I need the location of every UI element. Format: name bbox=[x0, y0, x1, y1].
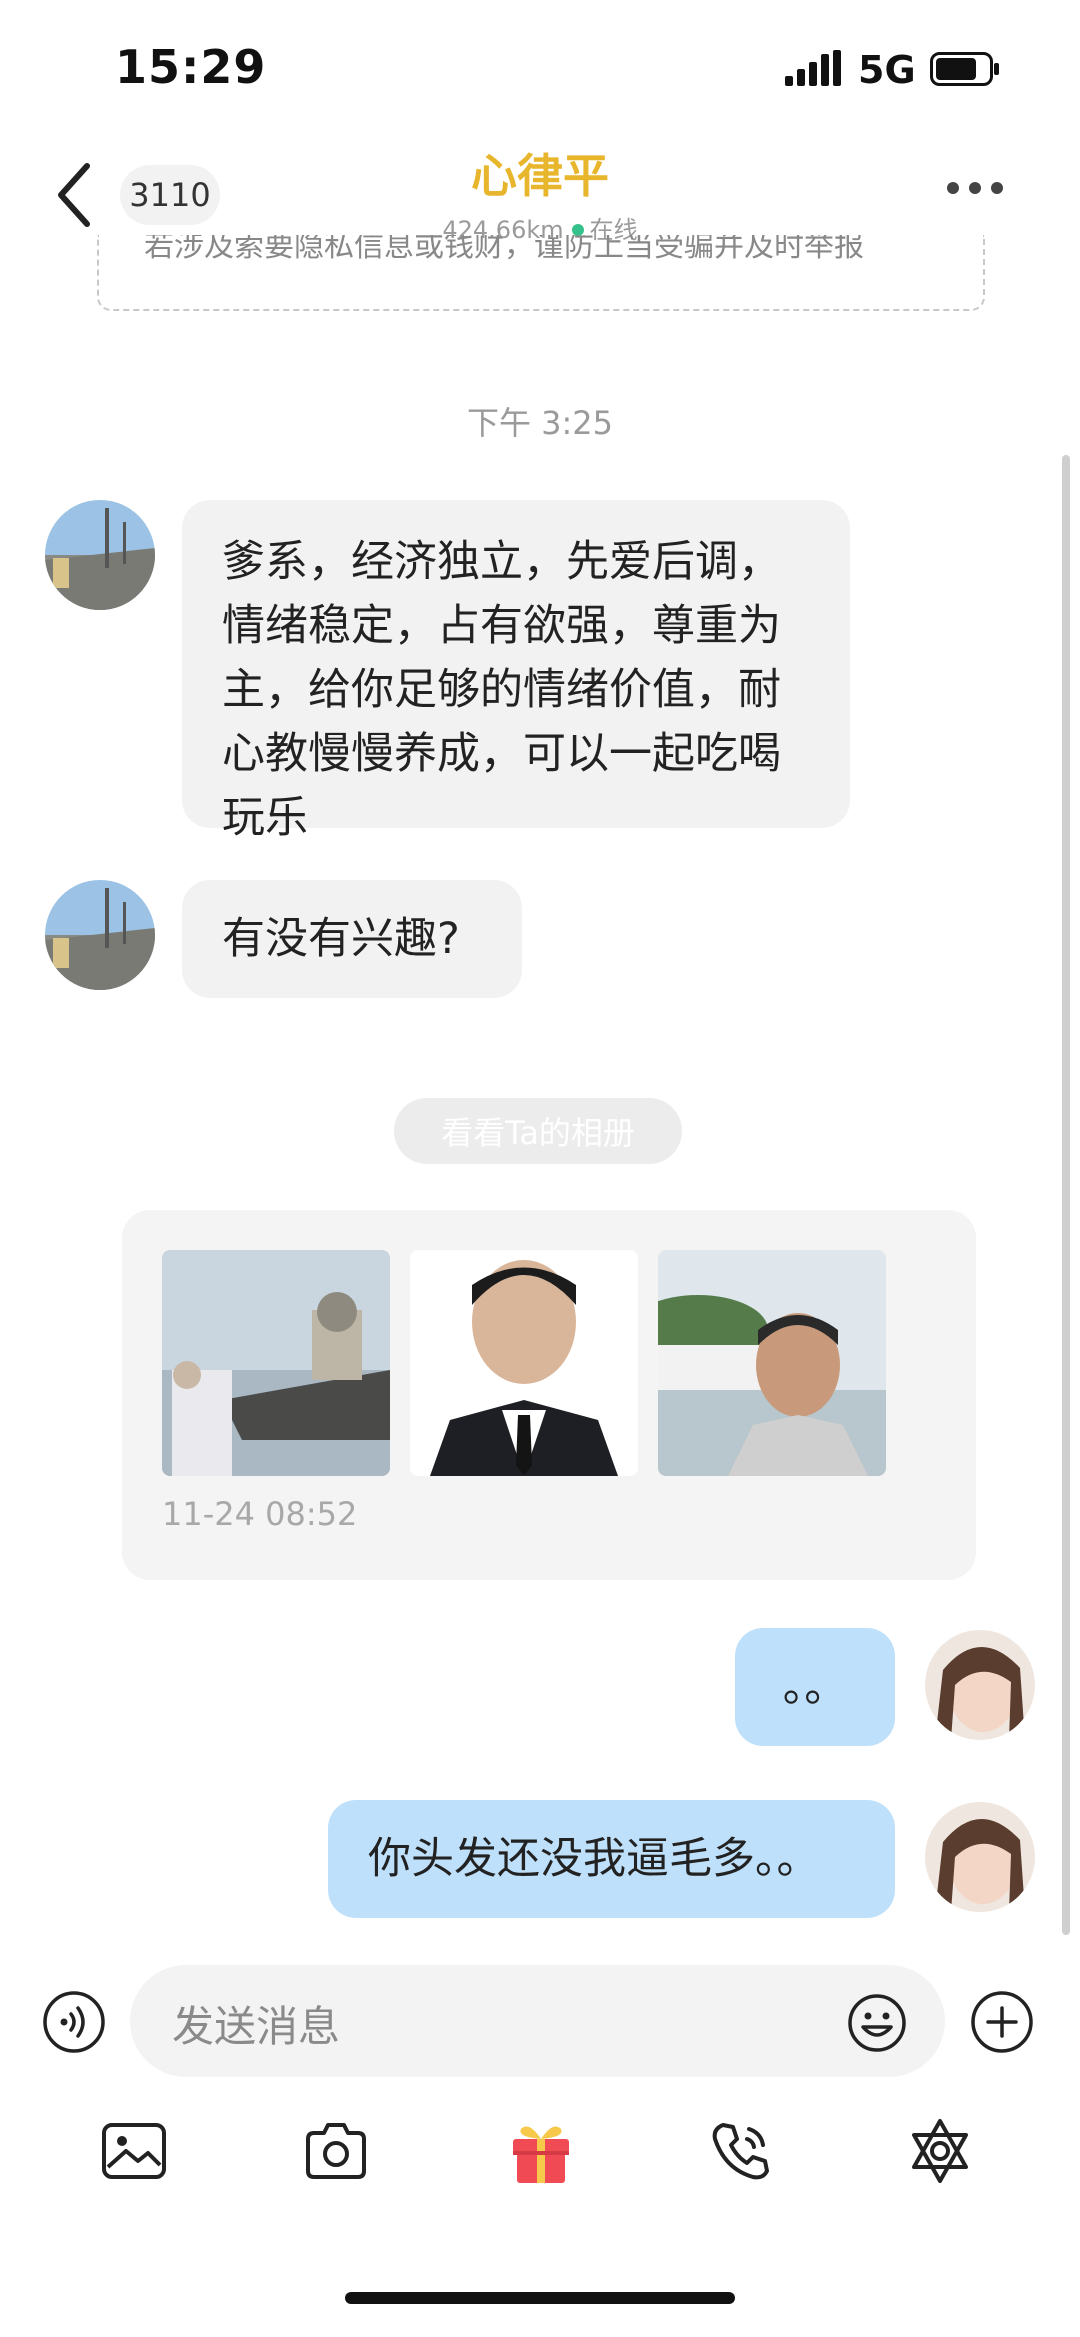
album-photo-seaside bbox=[162, 1250, 390, 1476]
chat-title[interactable]: 心律平 bbox=[340, 140, 740, 206]
safety-notice-text: 若涉及索要隐私信息或钱财，谨防上当受骗并及时举报 bbox=[144, 235, 864, 264]
view-album-button[interactable]: 看看Ta的相册 bbox=[394, 1098, 682, 1164]
safety-notice: 若涉及索要隐私信息或钱财，谨防上当受骗并及时举报 bbox=[97, 235, 985, 311]
message-line: 心教慢慢养成，可以一起吃喝 bbox=[222, 729, 781, 779]
signal-icon bbox=[785, 50, 841, 86]
emoji-icon[interactable] bbox=[847, 1993, 907, 2053]
phone-call-icon[interactable] bbox=[705, 2115, 777, 2187]
my-avatar[interactable] bbox=[925, 1630, 1035, 1740]
network-label: 5G bbox=[858, 48, 916, 92]
unread-count-badge[interactable]: 3110 bbox=[120, 165, 220, 225]
album-photo[interactable] bbox=[162, 1250, 390, 1476]
contact-avatar[interactable] bbox=[45, 880, 155, 990]
back-arrow-icon[interactable] bbox=[55, 160, 95, 230]
message-line: 。。 bbox=[782, 1662, 848, 1712]
message-line: 有没有兴趣? bbox=[222, 914, 460, 964]
message-timestamp: 下午 3:25 bbox=[466, 404, 614, 442]
contact-avatar-image bbox=[45, 500, 155, 610]
message-line: 情绪稳定，占有欲强，尊重为 bbox=[222, 601, 781, 651]
gift-icon[interactable] bbox=[505, 2115, 577, 2187]
battery-icon bbox=[930, 52, 999, 86]
settings-star-icon[interactable] bbox=[904, 2115, 976, 2187]
album-card[interactable]: 11-24 08:52 bbox=[122, 1210, 976, 1580]
album-photo-portrait bbox=[410, 1250, 638, 1476]
outgoing-message-bubble[interactable]: 。。 bbox=[735, 1628, 895, 1746]
more-options-icon[interactable] bbox=[945, 180, 1005, 196]
album-photo[interactable] bbox=[658, 1250, 886, 1476]
add-attachment-icon[interactable] bbox=[970, 1990, 1034, 2054]
status-time: 15:29 bbox=[115, 40, 267, 94]
incoming-message-bubble[interactable]: 爹系，经济独立，先爱后调， 情绪稳定，占有欲强，尊重为 主，给你足够的情绪价值，… bbox=[182, 500, 850, 843]
message-line: 你头发还没我逼毛多。。 bbox=[368, 1834, 820, 1884]
outgoing-message-bubble[interactable]: 你头发还没我逼毛多。。 bbox=[328, 1800, 895, 1918]
home-indicator[interactable] bbox=[345, 2292, 735, 2304]
message-line: 玩乐 bbox=[222, 793, 308, 843]
album-photo-selfie-boat bbox=[658, 1250, 886, 1476]
album-date: 11-24 08:52 bbox=[162, 1495, 358, 1533]
voice-input-icon[interactable] bbox=[42, 1990, 106, 2054]
contact-avatar[interactable] bbox=[45, 500, 155, 610]
image-icon[interactable] bbox=[98, 2115, 170, 2187]
message-line: 爹系，经济独立，先爱后调， bbox=[222, 537, 781, 587]
my-avatar-image bbox=[925, 1630, 1035, 1740]
message-input-placeholder: 发送消息 bbox=[172, 2002, 341, 2051]
contact-avatar-image bbox=[45, 880, 155, 990]
chat-scrollbar[interactable] bbox=[1062, 455, 1070, 1935]
incoming-message-bubble[interactable]: 有没有兴趣? bbox=[182, 880, 522, 998]
my-avatar-image bbox=[925, 1802, 1035, 1912]
camera-icon[interactable] bbox=[300, 2115, 372, 2187]
album-photo[interactable] bbox=[410, 1250, 638, 1476]
message-input[interactable]: 发送消息 bbox=[130, 1965, 945, 2077]
my-avatar[interactable] bbox=[925, 1802, 1035, 1912]
message-line: 主，给你足够的情绪价值，耐 bbox=[222, 665, 781, 715]
